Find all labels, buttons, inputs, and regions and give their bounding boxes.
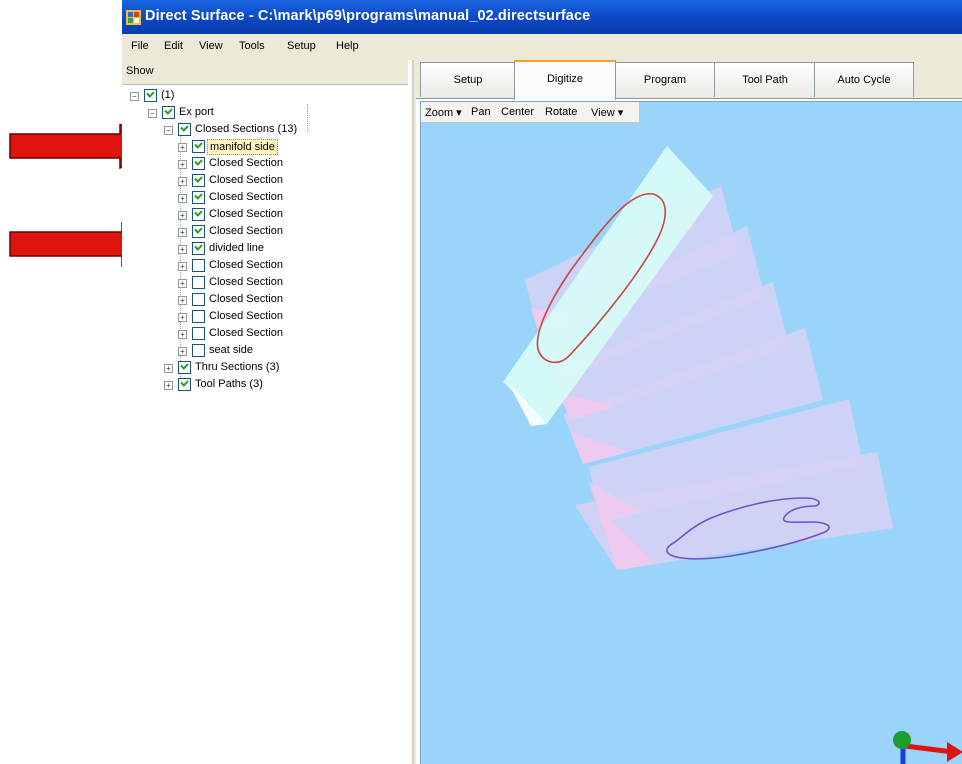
checkbox-section[interactable]	[192, 293, 205, 306]
check-icon	[194, 225, 203, 234]
tree-node-label: Thru Sections (3)	[195, 361, 280, 373]
tab-tool-path[interactable]: Tool Path	[714, 62, 816, 97]
checkbox-section[interactable]	[192, 276, 205, 289]
menu-edit[interactable]: Edit	[164, 40, 183, 52]
expand-icon[interactable]: +	[178, 245, 187, 254]
digitize-tab-body: Zoom ▾ Pan Center Rotate View ▾	[416, 98, 962, 764]
tree-node-label: Closed Section	[209, 174, 283, 186]
view-dropdown[interactable]: View ▾	[591, 106, 623, 119]
tree-node-label: divided line	[209, 242, 265, 254]
section-render	[503, 146, 962, 764]
check-icon	[180, 378, 189, 387]
tree-node-label: Closed Section	[209, 310, 283, 322]
axis-triad	[893, 731, 962, 764]
tree-node-label: Closed Section	[209, 259, 283, 271]
menu-help[interactable]: Help	[336, 40, 359, 52]
checkbox-section[interactable]	[192, 208, 205, 221]
tree-node-label: Closed Sections (13)	[195, 123, 298, 135]
menu-setup[interactable]: Setup	[287, 40, 316, 52]
expand-icon[interactable]: +	[164, 381, 173, 390]
menu-file[interactable]: File	[131, 40, 149, 52]
tree-node-label: Closed Section	[209, 191, 283, 203]
app-icon	[126, 10, 141, 25]
expand-icon[interactable]: +	[178, 262, 187, 271]
collapse-icon[interactable]: −	[164, 126, 173, 135]
app-window: Direct Surface - C:\mark\p69\programs\ma…	[122, 0, 962, 764]
collapse-icon[interactable]: −	[148, 109, 157, 118]
pan-button[interactable]: Pan	[471, 106, 491, 118]
checkbox-closed-sections[interactable]	[178, 123, 191, 136]
checkbox-section[interactable]	[192, 225, 205, 238]
check-icon	[164, 106, 173, 115]
checkbox-section[interactable]	[192, 327, 205, 340]
collapse-icon[interactable]: −	[130, 92, 139, 101]
check-icon	[194, 157, 203, 166]
title-bar: Direct Surface - C:\mark\p69\programs\ma…	[122, 0, 962, 34]
tree-node-label: Closed Section	[209, 327, 283, 339]
expand-icon[interactable]: +	[178, 194, 187, 203]
checkbox-export[interactable]	[162, 106, 175, 119]
tree-node-label: Closed Section	[209, 276, 283, 288]
check-icon	[180, 123, 189, 132]
check-icon	[180, 361, 189, 370]
show-header: Show	[122, 60, 408, 85]
checkbox-section[interactable]	[192, 157, 205, 170]
tree-node-label: Tool Paths (3)	[195, 378, 263, 390]
main-panel: Setup Digitize Program Tool Path Auto Cy…	[414, 60, 962, 764]
checkbox-section[interactable]	[192, 344, 205, 357]
show-label: Show	[126, 65, 154, 77]
checkbox-root[interactable]	[144, 89, 157, 102]
expand-icon[interactable]: +	[178, 330, 187, 339]
tree-node-label: seat side	[209, 344, 254, 356]
menu-view[interactable]: View	[199, 40, 223, 52]
tree-panel: Show − (1) − Ex port − Closed Sections (…	[122, 60, 414, 764]
check-icon	[194, 140, 203, 149]
tree-node-label: Closed Section	[209, 208, 283, 220]
tab-setup[interactable]: Setup	[420, 62, 516, 97]
check-icon	[194, 191, 203, 200]
tree-node-label: Closed Section	[209, 293, 283, 305]
checkbox-section[interactable]	[192, 242, 205, 255]
check-icon	[194, 208, 203, 217]
tab-auto-cycle[interactable]: Auto Cycle	[814, 62, 914, 97]
check-icon	[146, 89, 155, 98]
window-title: Direct Surface - C:\mark\p69\programs\ma…	[145, 8, 591, 24]
tree-node-label: (1)	[161, 89, 175, 101]
expand-icon[interactable]: +	[178, 177, 187, 186]
menu-bar: File Edit View Tools Setup Help	[122, 34, 962, 60]
check-icon	[194, 242, 203, 251]
checkbox-section[interactable]	[192, 191, 205, 204]
tree-node-label: Closed Section	[209, 225, 283, 237]
tab-digitize[interactable]: Digitize	[514, 60, 616, 100]
checkbox-thru-sections[interactable]	[178, 361, 191, 374]
expand-icon[interactable]: +	[178, 143, 187, 152]
tree-node-label: Closed Section	[209, 157, 283, 169]
checkbox-tool-paths[interactable]	[178, 378, 191, 391]
center-button[interactable]: Center	[501, 106, 534, 118]
expand-icon[interactable]: +	[178, 279, 187, 288]
checkbox-section[interactable]	[192, 140, 205, 153]
checkbox-section[interactable]	[192, 259, 205, 272]
expand-icon[interactable]: +	[178, 347, 187, 356]
expand-icon[interactable]: +	[178, 211, 187, 220]
expand-icon[interactable]: +	[178, 296, 187, 305]
expand-icon[interactable]: +	[178, 313, 187, 322]
zoom-dropdown[interactable]: Zoom ▾	[425, 106, 462, 119]
tree-node-label: Ex port	[179, 106, 214, 118]
check-icon	[194, 174, 203, 183]
checkbox-section[interactable]	[192, 310, 205, 323]
checkbox-section[interactable]	[192, 174, 205, 187]
view-toolbar: Zoom ▾ Pan Center Rotate View ▾	[421, 102, 640, 123]
menu-tools[interactable]: Tools	[239, 40, 265, 52]
tab-program[interactable]: Program	[614, 62, 716, 97]
expand-icon[interactable]: +	[178, 160, 187, 169]
expand-icon[interactable]: +	[164, 364, 173, 373]
expand-icon[interactable]: +	[178, 228, 187, 237]
tree-guide-line	[307, 104, 308, 132]
tree-node-label: manifold side	[207, 139, 278, 155]
3d-viewport[interactable]: Zoom ▾ Pan Center Rotate View ▾	[420, 101, 962, 764]
rotate-button[interactable]: Rotate	[545, 106, 577, 118]
